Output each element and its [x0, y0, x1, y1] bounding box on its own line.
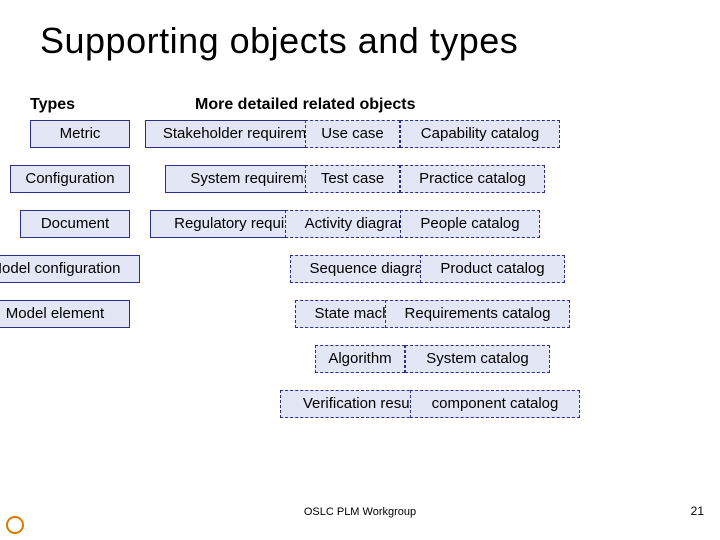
- box-model-element: Model element: [0, 300, 130, 328]
- slide: Supporting objects and types Types More …: [0, 0, 720, 540]
- box-component-catalog: component catalog: [410, 390, 580, 418]
- box-practice-catalog: Practice catalog: [400, 165, 545, 193]
- box-model-configuration: Model configuration: [0, 255, 140, 283]
- box-use-case: Use case: [305, 120, 400, 148]
- heading-types: Types: [30, 96, 75, 114]
- page-number: 21: [691, 504, 704, 518]
- box-product-catalog: Product catalog: [420, 255, 565, 283]
- box-people-catalog: People catalog: [400, 210, 540, 238]
- slide-title: Supporting objects and types: [40, 20, 518, 62]
- box-configuration: Configuration: [10, 165, 130, 193]
- heading-more-detailed: More detailed related objects: [195, 96, 416, 114]
- footer-text: OSLC PLM Workgroup: [0, 506, 720, 518]
- box-algorithm: Algorithm: [315, 345, 405, 373]
- box-requirements-catalog: Requirements catalog: [385, 300, 570, 328]
- box-test-case: Test case: [305, 165, 400, 193]
- box-system-catalog: System catalog: [405, 345, 550, 373]
- corner-bullet-icon: [6, 516, 24, 534]
- box-document: Document: [20, 210, 130, 238]
- box-capability-catalog: Capability catalog: [400, 120, 560, 148]
- box-metric: Metric: [30, 120, 130, 148]
